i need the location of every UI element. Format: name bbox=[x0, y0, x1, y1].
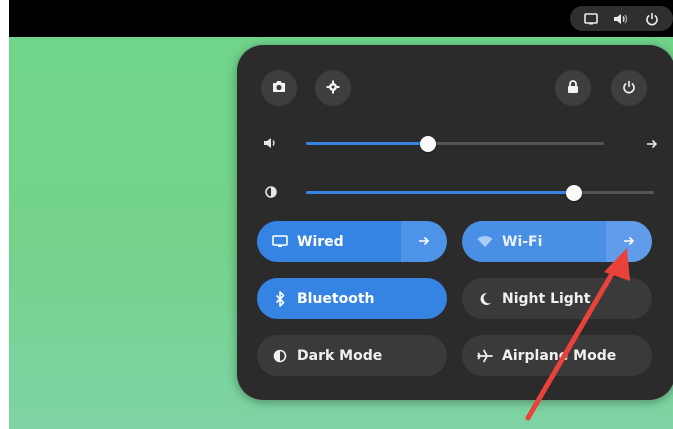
volume-slider[interactable] bbox=[306, 136, 604, 152]
moon-icon bbox=[476, 290, 494, 308]
wired-label: Wired bbox=[297, 233, 344, 250]
brightness-slider[interactable] bbox=[306, 185, 654, 201]
power-menu-button[interactable] bbox=[611, 70, 647, 106]
wired-toggle[interactable]: Wired bbox=[257, 221, 401, 262]
brightness-slider-handle[interactable] bbox=[565, 185, 582, 201]
wired-toggle-tile[interactable]: Wired bbox=[257, 221, 447, 262]
volume-slider-fill bbox=[306, 142, 429, 145]
dark-mode-icon bbox=[271, 347, 289, 365]
volume-slider-row bbox=[262, 133, 662, 153]
dark-mode-label: Dark Mode bbox=[297, 347, 383, 364]
brightness-icon bbox=[262, 184, 280, 200]
camera-icon bbox=[271, 79, 287, 98]
brightness-slider-row bbox=[262, 182, 662, 202]
bluetooth-label: Bluetooth bbox=[297, 290, 375, 307]
arrow-right-icon bbox=[646, 134, 658, 153]
wifi-label: Wi-Fi bbox=[502, 233, 543, 250]
arrow-right-icon bbox=[623, 234, 635, 250]
bluetooth-toggle[interactable]: Bluetooth bbox=[257, 278, 447, 319]
lock-button[interactable] bbox=[555, 70, 591, 106]
display-icon bbox=[582, 10, 600, 28]
airplane-mode-toggle[interactable]: Airplane Mode bbox=[462, 335, 652, 376]
speaker-icon bbox=[262, 135, 280, 151]
top-bar bbox=[9, 0, 673, 37]
display-icon bbox=[271, 233, 289, 251]
bluetooth-icon bbox=[271, 290, 289, 308]
screenshot-button[interactable] bbox=[261, 70, 297, 106]
speaker-icon bbox=[612, 10, 630, 28]
dark-mode-toggle-tile[interactable]: Dark Mode bbox=[257, 335, 447, 376]
power-icon bbox=[622, 79, 636, 98]
lock-icon bbox=[567, 79, 579, 98]
bluetooth-toggle-tile[interactable]: Bluetooth bbox=[257, 278, 447, 319]
wifi-icon bbox=[476, 233, 494, 251]
arrow-right-icon bbox=[418, 234, 430, 250]
night-light-label: Night Light bbox=[502, 290, 591, 307]
gear-icon bbox=[326, 79, 340, 98]
brightness-slider-fill bbox=[306, 191, 574, 194]
wifi-menu-button[interactable] bbox=[606, 221, 652, 262]
power-icon bbox=[643, 10, 661, 28]
volume-slider-handle[interactable] bbox=[420, 136, 437, 152]
airplane-icon bbox=[476, 347, 494, 365]
volume-output-menu-button[interactable] bbox=[642, 133, 662, 153]
system-tray[interactable] bbox=[570, 6, 673, 31]
night-light-toggle-tile[interactable]: Night Light bbox=[462, 278, 652, 319]
wifi-toggle-tile[interactable]: Wi-Fi bbox=[462, 221, 652, 262]
wifi-toggle[interactable]: Wi-Fi bbox=[462, 221, 606, 262]
desktop-background: Wired Wi-Fi Bluetooth Night Light Dark M… bbox=[9, 0, 673, 429]
wired-menu-button[interactable] bbox=[401, 221, 447, 262]
airplane-mode-label: Airplane Mode bbox=[502, 347, 617, 364]
quick-settings-panel: Wired Wi-Fi Bluetooth Night Light Dark M… bbox=[237, 45, 673, 400]
airplane-mode-toggle-tile[interactable]: Airplane Mode bbox=[462, 335, 652, 376]
settings-button[interactable] bbox=[315, 70, 351, 106]
night-light-toggle[interactable]: Night Light bbox=[462, 278, 652, 319]
dark-mode-toggle[interactable]: Dark Mode bbox=[257, 335, 447, 376]
